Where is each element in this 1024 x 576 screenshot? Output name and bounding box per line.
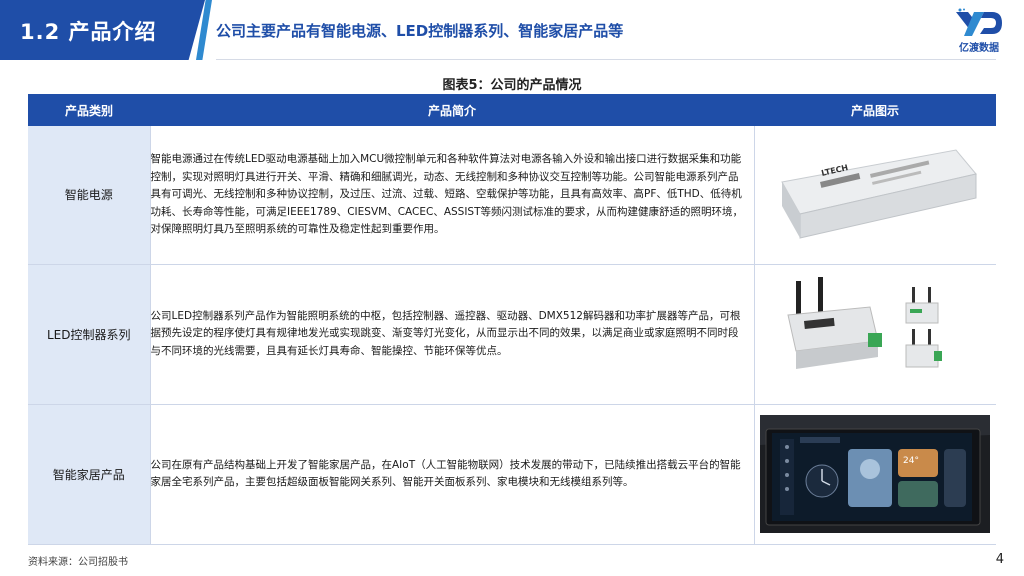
product-table: 产品类别 产品简介 产品图示 智能电源 智能电源通过在传统LED驱动电源基础上加… <box>28 94 996 545</box>
product-description: 公司在原有产品结构基础上开发了智能家居产品，在AIoT（人工智能物联网）技术发展… <box>150 458 741 489</box>
image-cell <box>754 264 996 405</box>
category-cell: LED控制器系列 <box>28 264 150 405</box>
table-header-row: 产品类别 产品简介 产品图示 <box>28 94 996 126</box>
source-note: 资料来源：公司招股书 <box>28 557 128 568</box>
product-description: 公司LED控制器系列产品作为智能照明系统的中枢，包括控制器、遥控器、驱动器、DM… <box>150 309 741 357</box>
smart-home-panel-image: 24° <box>760 415 991 533</box>
column-header-image: 产品图示 <box>754 94 996 126</box>
section-title: 1.2 产品介绍 <box>20 20 157 44</box>
column-header-description: 产品简介 <box>150 94 754 126</box>
image-cell: LTECH <box>754 126 996 265</box>
smart-power-supply-image: LTECH <box>760 135 991 254</box>
image-cell: 24° <box>754 404 996 545</box>
category-cell: 智能电源 <box>28 126 150 265</box>
table-row: 智能家居产品 公司在原有产品结构基础上开发了智能家居产品，在AIoT（人工智能物… <box>28 404 996 545</box>
logo-text: 亿渡数据 <box>959 43 999 54</box>
logo-mark-icon <box>956 8 1002 36</box>
category-cell: 智能家居产品 <box>28 404 150 545</box>
description-cell: 公司LED控制器系列产品作为智能照明系统的中枢，包括控制器、遥控器、驱动器、DM… <box>149 264 755 405</box>
column-header-category: 产品类别 <box>28 94 150 126</box>
led-controller-image <box>760 275 991 393</box>
company-logo: 亿渡数据 <box>946 8 1012 54</box>
header-divider <box>216 59 996 60</box>
panel-temperature: 24° <box>903 456 919 466</box>
slide-title: 公司主要产品有智能电源、LED控制器系列、智能家居产品等 <box>216 22 624 40</box>
figure-caption: 图表5：公司的产品情况 <box>442 78 582 93</box>
product-description: 智能电源通过在传统LED驱动电源基础上加入MCU微控制单元和各种软件算法对电源各… <box>150 153 744 235</box>
table-row: 智能电源 智能电源通过在传统LED驱动电源基础上加入MCU微控制单元和各种软件算… <box>28 126 996 265</box>
description-cell: 公司在原有产品结构基础上开发了智能家居产品，在AIoT（人工智能物联网）技术发展… <box>149 404 755 545</box>
slide-header: 1.2 产品介绍 公司主要产品有智能电源、LED控制器系列、智能家居产品等 亿渡… <box>0 0 1024 60</box>
page-number: 4 <box>995 552 1004 567</box>
table-row: LED控制器系列 公司LED控制器系列产品作为智能照明系统的中枢，包括控制器、遥… <box>28 264 996 405</box>
description-cell: 智能电源通过在传统LED驱动电源基础上加入MCU微控制单元和各种软件算法对电源各… <box>149 126 755 265</box>
